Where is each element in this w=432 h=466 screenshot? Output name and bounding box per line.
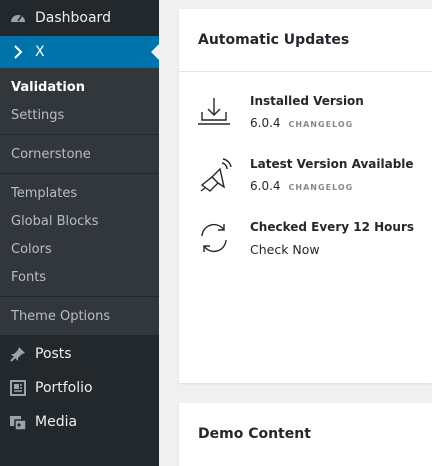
lower-menu: Posts Portfolio Media <box>0 335 159 439</box>
submenu-item-fonts[interactable]: Fonts <box>0 264 159 292</box>
submenu-item-colors[interactable]: Colors <box>0 236 159 264</box>
submenu-item-validation[interactable]: Validation <box>0 74 159 102</box>
submenu-item-settings[interactable]: Settings <box>0 102 159 130</box>
admin-sidebar: Dashboard X Validation Settings Cornerst… <box>0 0 159 466</box>
menu-item-label: Dashboard <box>35 10 111 26</box>
card-title: Automatic Updates <box>179 9 432 72</box>
submenu-item-theme-options[interactable]: Theme Options <box>0 303 159 331</box>
latest-version-value: 6.0.4 <box>250 179 281 193</box>
menu-item-posts[interactable]: Posts <box>0 337 159 371</box>
submenu-divider <box>0 296 159 297</box>
card-title: Demo Content <box>198 426 311 442</box>
demo-content-card: Demo Content <box>179 403 432 466</box>
menu-item-portfolio[interactable]: Portfolio <box>0 371 159 405</box>
menu-item-media[interactable]: Media <box>0 405 159 439</box>
changelog-link[interactable]: CHANGELOG <box>289 120 354 129</box>
portfolio-icon <box>9 379 27 397</box>
submenu-item-templates[interactable]: Templates <box>0 180 159 208</box>
chevron-right-icon <box>9 45 27 59</box>
installed-version-label: Installed Version <box>250 94 364 108</box>
menu-item-label: Portfolio <box>35 380 93 396</box>
menu-item-dashboard[interactable]: Dashboard <box>0 0 159 36</box>
latest-version-label: Latest Version Available <box>250 157 414 171</box>
current-menu-arrow <box>151 44 159 60</box>
pin-icon <box>9 345 27 363</box>
submenu-divider <box>0 134 159 135</box>
x-submenu: Validation Settings Cornerstone Template… <box>0 68 159 335</box>
menu-item-label: Media <box>35 414 78 430</box>
check-interval-label: Checked Every 12 Hours <box>250 220 415 234</box>
check-now-link[interactable]: Check Now <box>250 242 320 257</box>
dashboard-icon <box>9 9 27 27</box>
submenu-item-global-blocks[interactable]: Global Blocks <box>0 208 159 236</box>
menu-item-label: X <box>35 44 45 60</box>
menu-item-x[interactable]: X <box>0 36 159 68</box>
submenu-item-cornerstone[interactable]: Cornerstone <box>0 141 159 169</box>
changelog-link[interactable]: CHANGELOG <box>289 183 354 192</box>
submenu-divider <box>0 173 159 174</box>
media-icon <box>9 413 27 431</box>
menu-item-label: Posts <box>35 346 72 362</box>
installed-version-value: 6.0.4 <box>250 116 281 130</box>
refresh-icon <box>196 220 232 256</box>
megaphone-icon <box>196 157 232 193</box>
automatic-updates-card: Automatic Updates Installed Version 6.0.… <box>179 9 432 383</box>
download-tray-icon <box>196 94 232 130</box>
